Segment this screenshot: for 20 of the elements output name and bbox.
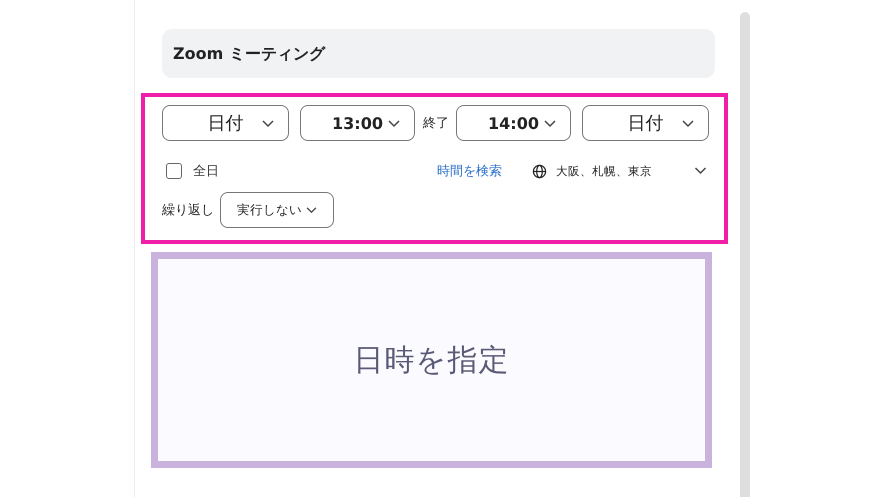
chevron-down-icon[interactable] <box>694 167 707 175</box>
repeat-select[interactable]: 実行しない <box>220 192 334 228</box>
end-date-select[interactable]: 日付 <box>582 105 709 141</box>
all-day-checkbox[interactable] <box>166 163 182 179</box>
start-time-select[interactable]: 13:00 <box>300 105 415 141</box>
globe-icon <box>532 164 547 178</box>
chevron-down-icon <box>388 120 400 128</box>
repeat-label: 繰り返し <box>162 202 214 219</box>
callout-text: 日時を指定 <box>354 342 510 380</box>
all-day-label: 全日 <box>193 163 219 180</box>
start-date-select[interactable]: 日付 <box>162 105 289 141</box>
end-label: 終了 <box>423 115 449 132</box>
chevron-down-icon <box>544 120 556 128</box>
title-field[interactable]: Zoom ミーティング <box>162 29 715 78</box>
chevron-down-icon <box>682 120 694 128</box>
timezone-label: 大阪、札幌、東京 <box>556 164 652 178</box>
end-time-select[interactable]: 14:00 <box>456 105 571 141</box>
chevron-down-icon <box>306 206 317 214</box>
find-time-link[interactable]: 時間を検索 <box>437 162 502 180</box>
chevron-down-icon <box>262 120 274 128</box>
